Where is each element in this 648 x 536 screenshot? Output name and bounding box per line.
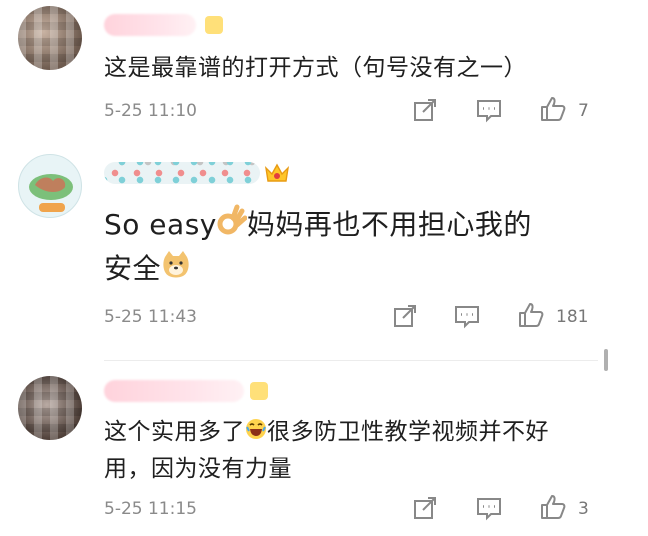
comment-divider: [104, 360, 598, 361]
crown-icon: [264, 163, 290, 182]
avatar[interactable]: [18, 6, 82, 70]
comment-icon[interactable]: [454, 303, 480, 329]
doge-emoji: [161, 249, 191, 291]
like-icon[interactable]: [540, 494, 566, 520]
comment-item: So easy 妈妈再也不用担心我的 安全 5-25 11:43 181: [0, 150, 648, 350]
comment-text-part2: 很多防卫性教学视频并不好: [267, 419, 549, 445]
comment-icon[interactable]: [476, 97, 502, 123]
like-count: 7: [578, 101, 589, 121]
comment-item: 这个实用多了 很多防卫性教学视频并不好 用，因为没有力量 5-25 11:15 …: [0, 370, 648, 536]
comment-text: 这个实用多了 很多防卫性教学视频并不好 用，因为没有力量: [104, 414, 608, 487]
comment-text-line2: 安全: [104, 252, 162, 285]
comment-timestamp: 5-25 11:10: [104, 101, 197, 121]
username[interactable]: [104, 380, 244, 402]
like-count: 3: [578, 499, 589, 519]
avatar[interactable]: [18, 154, 82, 218]
like-icon[interactable]: [518, 302, 544, 328]
username[interactable]: [104, 14, 196, 36]
laugh-emoji: [245, 415, 267, 451]
comment-text-rest: 妈妈再也不用担心我的: [246, 208, 532, 241]
comment-text: 这是最靠谱的打开方式（句号没有之一）: [104, 55, 527, 81]
share-icon[interactable]: [412, 97, 438, 123]
comment-text-line2: 用，因为没有力量: [104, 455, 292, 482]
comment-text: So easy 妈妈再也不用担心我的 安全: [104, 204, 608, 291]
avatar[interactable]: [18, 376, 82, 440]
scrollbar[interactable]: [604, 349, 608, 371]
avatar-map-image: [29, 174, 73, 212]
comment-timestamp: 5-25 11:43: [104, 307, 197, 327]
comment-text-main: So easy: [104, 208, 217, 241]
like-icon[interactable]: [540, 96, 566, 122]
comment-icon[interactable]: [476, 495, 502, 521]
user-badge-icon: [205, 16, 223, 34]
comment-text-part1: 这个实用多了: [104, 419, 245, 445]
comment-item: 这是最靠谱的打开方式（句号没有之一） 5-25 11:10 7: [0, 0, 648, 150]
comment-timestamp: 5-25 11:15: [104, 499, 197, 519]
like-count: 181: [556, 307, 589, 327]
user-badge-icon: [250, 382, 268, 400]
username[interactable]: [104, 162, 260, 184]
ok-hand-emoji: [217, 204, 248, 248]
share-icon[interactable]: [412, 495, 438, 521]
share-icon[interactable]: [392, 303, 418, 329]
